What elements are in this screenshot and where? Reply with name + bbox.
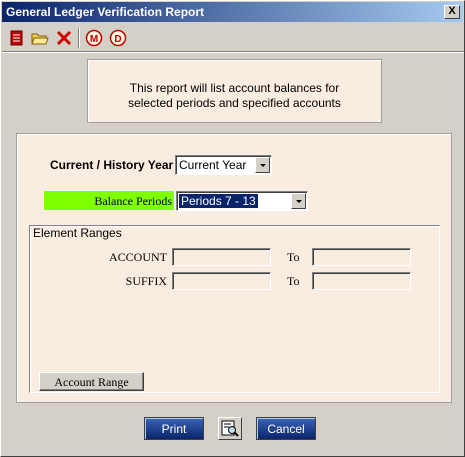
chevron-down-icon[interactable] xyxy=(291,193,306,209)
year-label: Current / History Year xyxy=(50,158,174,172)
account-from-input[interactable] xyxy=(172,248,271,266)
cancel-button[interactable]: Cancel xyxy=(256,417,316,440)
preview-button[interactable] xyxy=(218,417,242,440)
print-preview-icon xyxy=(221,420,239,437)
print-button[interactable]: Print xyxy=(144,417,204,440)
title-bar[interactable]: General Ledger Verification Report X xyxy=(2,2,463,22)
delete-button[interactable] xyxy=(53,27,75,49)
info-line-2: selected periods and specified accounts xyxy=(128,96,341,110)
suffix-to-label: To xyxy=(287,274,300,288)
delete-icon xyxy=(56,30,72,46)
d-button[interactable]: D xyxy=(107,27,129,49)
year-select-value: Current Year xyxy=(179,158,247,172)
suffix-from-input[interactable] xyxy=(172,272,271,290)
suffix-label: SUFFIX xyxy=(125,274,167,288)
info-line-1: This report will list account balances f… xyxy=(129,81,340,95)
periods-select[interactable]: Periods 7 - 13 xyxy=(176,191,308,211)
close-button[interactable]: X xyxy=(444,5,460,19)
m-icon-label: M xyxy=(90,34,98,45)
year-select[interactable]: Current Year xyxy=(175,155,272,175)
periods-label: Balance Periods xyxy=(44,191,174,210)
account-to-label: To xyxy=(287,250,300,264)
toolbar-divider xyxy=(2,51,464,53)
account-label: ACCOUNT xyxy=(108,250,167,264)
report-button[interactable] xyxy=(5,27,27,49)
m-icon: M xyxy=(85,29,103,47)
periods-select-value: Periods 7 - 13 xyxy=(179,194,258,208)
d-icon-label: D xyxy=(114,34,121,45)
report-icon xyxy=(10,30,23,46)
toolbar-separator xyxy=(78,28,80,48)
toolbar: M D xyxy=(3,25,462,51)
open-folder-icon xyxy=(31,33,49,45)
account-range-button[interactable]: Account Range xyxy=(39,372,144,391)
info-box: This report will list account balances f… xyxy=(87,59,382,123)
account-to-input[interactable] xyxy=(312,248,411,266)
d-icon: D xyxy=(109,29,127,47)
window-title: General Ledger Verification Report xyxy=(6,5,205,19)
chevron-down-icon[interactable] xyxy=(255,157,270,173)
suffix-to-input[interactable] xyxy=(312,272,411,290)
open-button[interactable] xyxy=(29,27,51,49)
report-window: General Ledger Verification Report X M D… xyxy=(0,0,465,457)
m-button[interactable]: M xyxy=(83,27,105,49)
element-ranges-title: Element Ranges xyxy=(33,226,122,240)
